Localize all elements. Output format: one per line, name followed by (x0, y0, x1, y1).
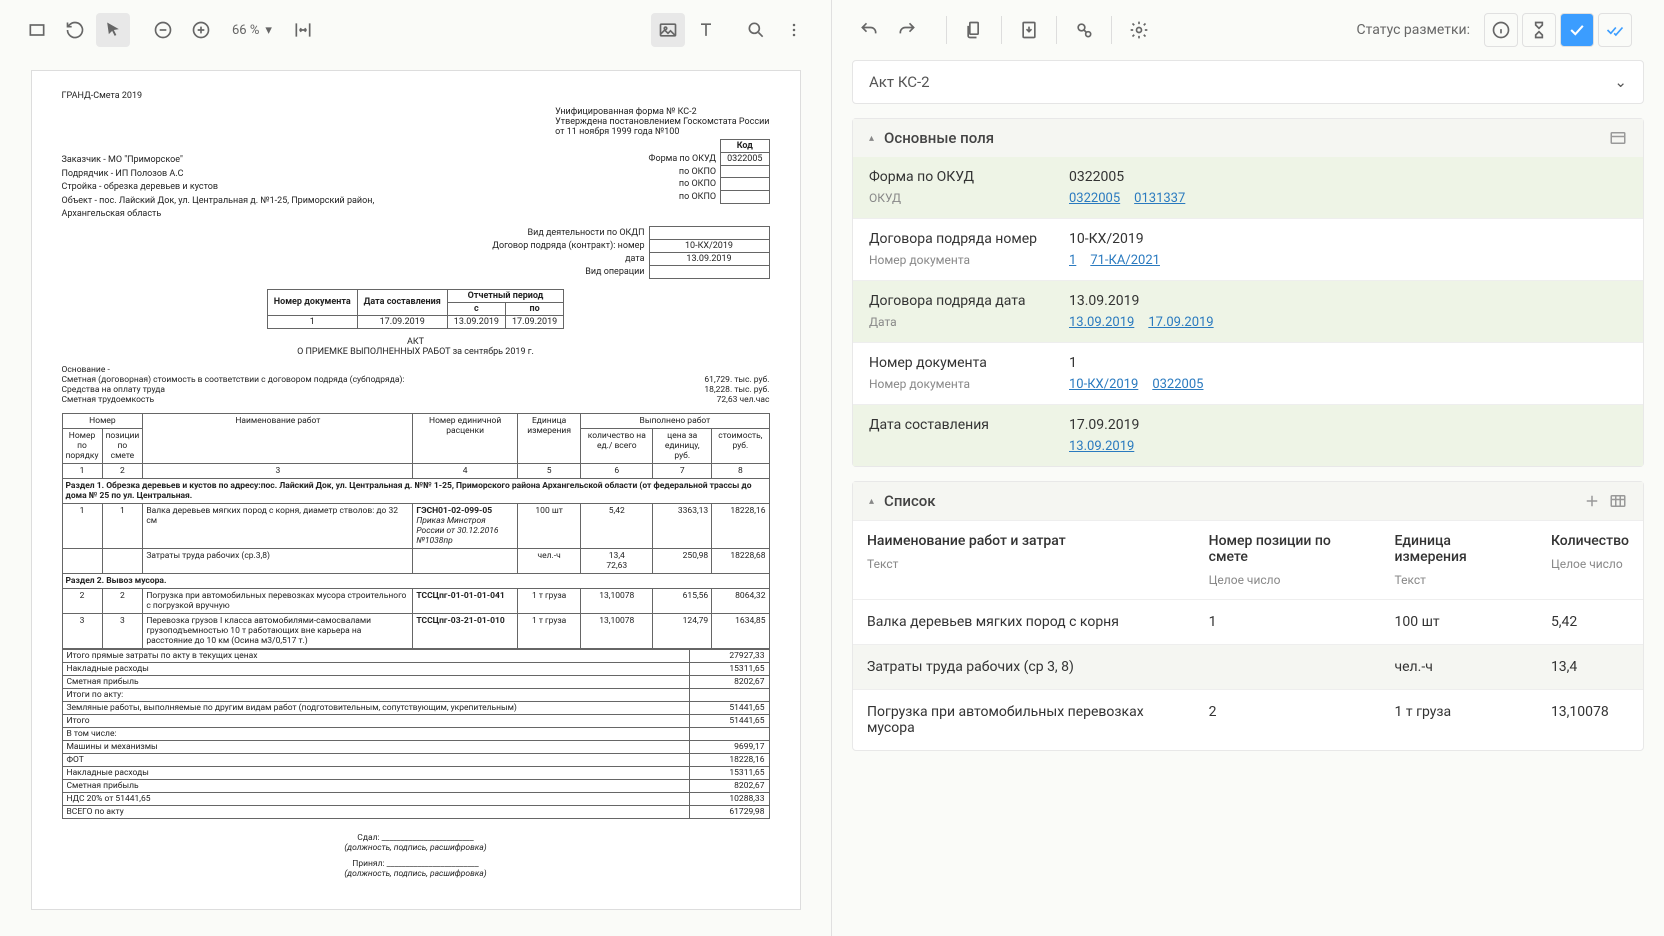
field-row[interactable]: Договора подряда дата Дата 13.09.2019 13.09… (853, 280, 1643, 342)
field-link[interactable]: 0322005 (1152, 377, 1203, 392)
list-cell: 2 (1195, 690, 1381, 751)
fit-width-button[interactable] (286, 13, 320, 47)
bbox-tool[interactable] (20, 13, 54, 47)
field-row[interactable]: Договора подряда номер Номер документа 10-… (853, 218, 1643, 280)
doc-type-selector[interactable]: Акт КС-2 ⌄ (852, 60, 1644, 104)
doc-main-table: Номер Наименование работ Номер единичной… (62, 413, 770, 649)
list-cell: Валка деревьев мягких пород с корня (853, 600, 1195, 645)
doc-totals-table: Итого прямые затраты по акту в текущих ц… (62, 649, 770, 819)
list-cell: 13,4 (1537, 645, 1643, 690)
layout-icon[interactable] (1609, 129, 1627, 147)
field-sub: ОКУД (869, 191, 1049, 205)
field-value: 0322005 (1069, 169, 1627, 185)
document-viewport[interactable]: ГРАНД-Смета 2019 Унифицированная форма №… (0, 60, 831, 936)
field-link[interactable]: 13.09.2019 (1069, 439, 1134, 454)
add-row-button[interactable] (1583, 492, 1601, 510)
field-link[interactable]: 71-КА/2021 (1090, 253, 1160, 268)
field-name: Договора подряда дата (869, 293, 1049, 309)
ai-button[interactable] (1067, 13, 1101, 47)
chevron-down-icon: ⌄ (1614, 73, 1627, 91)
list-cell (1195, 645, 1381, 690)
list-column-header[interactable]: Наименование работ и затратТекст (853, 521, 1195, 600)
list-cell: чел.-ч (1381, 645, 1537, 690)
main-fields-section: ▴ Основные поля Форма по ОКУД ОКУД 0322005… (852, 118, 1644, 467)
list-column-header[interactable]: Единица измеренияТекст (1381, 521, 1537, 600)
document-page: ГРАНД-Смета 2019 Унифицированная форма №… (31, 70, 801, 910)
status-hourglass-button[interactable] (1522, 13, 1556, 47)
field-name: Дата составления (869, 417, 1049, 433)
copy-doc-button[interactable] (957, 13, 991, 47)
field-row[interactable]: Номер документа Номер документа 1 10-КХ/201… (853, 342, 1643, 404)
status-label: Статус разметки: (1357, 22, 1470, 38)
field-name: Номер документа (869, 355, 1049, 371)
field-name: Форма по ОКУД (869, 169, 1049, 185)
field-link[interactable]: 10-КХ/2019 (1069, 377, 1138, 392)
list-column-header[interactable]: Номер позиции по сметеЦелое число (1195, 521, 1381, 600)
zoom-in-button[interactable] (184, 13, 218, 47)
list-cell: 5,42 (1537, 600, 1643, 645)
more-button[interactable] (777, 13, 811, 47)
field-value: 10-КХ/2019 (1069, 231, 1627, 247)
field-link[interactable]: 0322005 (1069, 191, 1120, 206)
list-column-header[interactable]: КоличествоЦелое число (1537, 521, 1643, 600)
field-sub: Номер документа (869, 253, 1049, 267)
text-mode-button[interactable] (689, 13, 723, 47)
search-button[interactable] (739, 13, 773, 47)
list-cell: 13,10078 (1537, 690, 1643, 751)
main-fields-header[interactable]: ▴ Основные поля (853, 119, 1643, 157)
status-info-button[interactable] (1484, 13, 1518, 47)
field-link[interactable]: 0131337 (1134, 191, 1185, 206)
list-cell: 100 шт (1381, 600, 1537, 645)
field-row[interactable]: Форма по ОКУД ОКУД 0322005 0322005 0131337 (853, 157, 1643, 218)
field-row[interactable]: Дата составления 17.09.2019 13.09.2019 (853, 404, 1643, 466)
zoom-select[interactable]: 66 % ▾ (232, 23, 272, 38)
doc-software: ГРАНД-Смета 2019 (62, 91, 770, 101)
status-doublecheck-button[interactable] (1598, 13, 1632, 47)
field-link[interactable]: 17.09.2019 (1148, 315, 1213, 330)
left-toolbar: 66 % ▾ (0, 0, 831, 60)
right-toolbar: Статус разметки: (832, 0, 1664, 60)
list-header[interactable]: ▴ Список (853, 482, 1643, 521)
field-name: Договора подряда номер (869, 231, 1049, 247)
field-link[interactable]: 13.09.2019 (1069, 315, 1134, 330)
field-sub: Номер документа (869, 377, 1049, 391)
table-view-button[interactable] (1609, 492, 1627, 510)
field-value: 17.09.2019 (1069, 417, 1627, 433)
undo-button[interactable] (852, 13, 886, 47)
settings-button[interactable] (1122, 13, 1156, 47)
collapse-icon: ▴ (869, 133, 874, 144)
list-row[interactable]: Затраты труда рабочих (ср 3, 8) чел.-ч13,… (853, 645, 1643, 690)
list-row[interactable]: Валка деревьев мягких пород с корня1100 … (853, 600, 1643, 645)
collapse-icon: ▴ (869, 496, 874, 507)
list-cell: 1 т груза (1381, 690, 1537, 751)
list-section: ▴ Список Наименование работ и затратТекс… (852, 481, 1644, 751)
list-cell: Погрузка при автомобильных перевозках му… (853, 690, 1195, 751)
image-mode-button[interactable] (651, 13, 685, 47)
list-cell: Затраты труда рабочих (ср 3, 8) (853, 645, 1195, 690)
list-row[interactable]: Погрузка при автомобильных перевозках му… (853, 690, 1643, 751)
field-value: 13.09.2019 (1069, 293, 1627, 309)
pointer-tool[interactable] (96, 13, 130, 47)
field-value: 1 (1069, 355, 1627, 371)
redo-button[interactable] (890, 13, 924, 47)
rotate-tool[interactable] (58, 13, 92, 47)
zoom-out-button[interactable] (146, 13, 180, 47)
field-sub: Дата (869, 315, 1049, 329)
list-table: Наименование работ и затратТекстНомер по… (853, 521, 1643, 750)
export-doc-button[interactable] (1012, 13, 1046, 47)
field-link[interactable]: 1 (1069, 253, 1076, 268)
doc-code-table: Код Форма по ОКУД0322005 по ОКПО по ОКПО… (643, 139, 770, 204)
status-check-button[interactable] (1560, 13, 1594, 47)
list-cell: 1 (1195, 600, 1381, 645)
